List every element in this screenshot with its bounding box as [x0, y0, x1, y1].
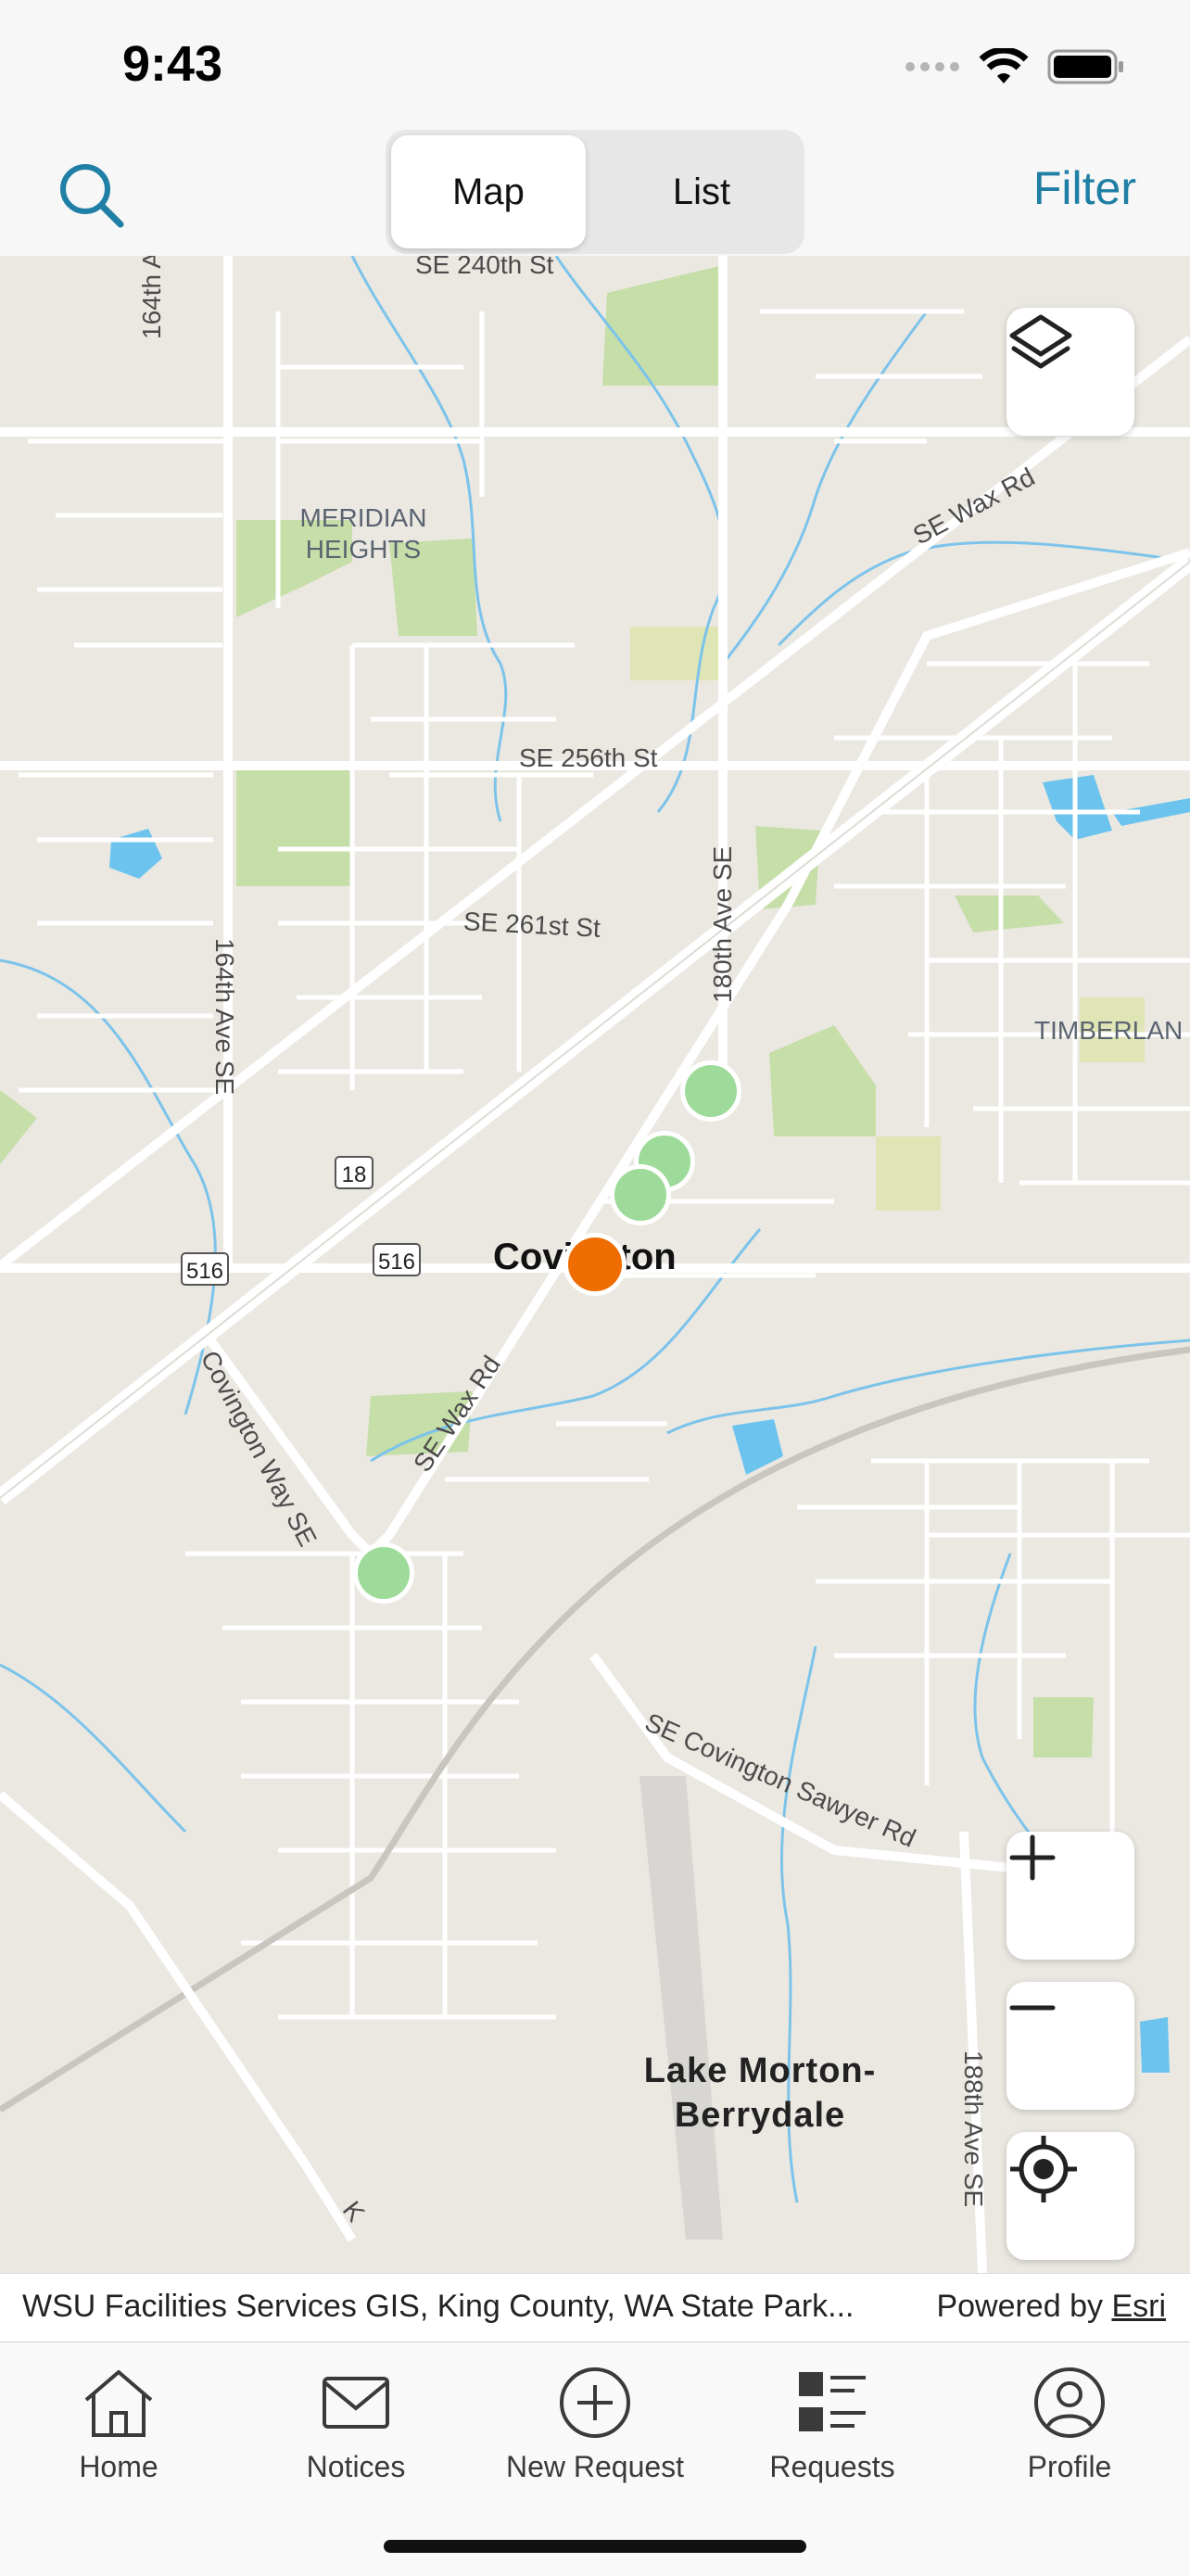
attribution-powered-by: Powered by Esri: [936, 2289, 1166, 2325]
signal-icon: [905, 62, 959, 71]
tab-label: Notices: [306, 2450, 406, 2483]
label-188th-ave: 188th Ave SE: [959, 2050, 988, 2208]
segment-map[interactable]: Map: [391, 135, 586, 248]
esri-link[interactable]: Esri: [1111, 2289, 1166, 2324]
status-icons: [905, 43, 1125, 91]
status-time: 9:43: [122, 36, 223, 92]
home-icon: [77, 2361, 160, 2444]
map-attribution: WSU Facilities Services GIS, King County…: [0, 2273, 1190, 2342]
powered-by-label: Powered by: [936, 2289, 1103, 2324]
tab-label: Requests: [769, 2450, 895, 2483]
tab-new-request[interactable]: New Request: [493, 2361, 697, 2491]
search-icon: [60, 164, 124, 228]
list-icon: [791, 2361, 874, 2444]
zoom-in-button[interactable]: [1006, 1832, 1134, 1960]
tab-label: Home: [79, 2450, 158, 2483]
map-marker-selected[interactable]: [563, 1233, 627, 1296]
label-se-240th: SE 240th St: [415, 256, 554, 279]
envelope-icon: [314, 2361, 398, 2444]
map-marker-open[interactable]: [353, 1542, 414, 1604]
label-164th-top: 164th Ave S: [137, 256, 166, 339]
filter-button[interactable]: Filter: [1033, 161, 1136, 215]
layers-button[interactable]: [1006, 308, 1134, 436]
route-shield-18: 18: [341, 1162, 367, 1187]
segment-list[interactable]: List: [604, 135, 799, 248]
minus-icon: [1009, 2005, 1056, 2011]
zoom-out-button[interactable]: [1006, 1982, 1134, 2110]
tab-home[interactable]: Home: [17, 2361, 221, 2491]
home-indicator: [384, 2540, 806, 2553]
route-shield-516-left: 516: [185, 1259, 224, 1284]
plus-circle-icon: [553, 2361, 637, 2444]
wifi-icon: [979, 48, 1029, 83]
battery-icon: [1047, 49, 1123, 84]
label-lake-morton: Lake Morton-Berrydale: [643, 2051, 877, 2135]
view-segmented-control: Map List: [386, 130, 804, 254]
label-timberlane: TIMBERLAN: [1034, 1016, 1184, 1045]
crosshair-icon: [1010, 2136, 1077, 2202]
map-marker-open[interactable]: [610, 1164, 671, 1225]
map-marker-open[interactable]: [680, 1060, 741, 1122]
search-button[interactable]: [54, 158, 128, 232]
locate-button[interactable]: [1006, 2132, 1134, 2260]
tab-profile[interactable]: Profile: [968, 2361, 1171, 2491]
label-180th-ave: 180th Ave SE: [708, 845, 737, 1003]
attribution-sources[interactable]: WSU Facilities Services GIS, King County…: [22, 2289, 855, 2325]
tab-notices[interactable]: Notices: [254, 2361, 458, 2491]
label-164th-ave: 164th Ave SE: [210, 938, 239, 1096]
nav-bar: Map List Filter: [0, 130, 1190, 256]
layers-icon: [1009, 314, 1072, 369]
tab-label: Profile: [1027, 2450, 1112, 2483]
tab-label: New Request: [505, 2450, 685, 2483]
route-shield-516-right: 516: [377, 1250, 416, 1275]
status-bar: 9:43: [0, 0, 1190, 130]
plus-icon: [1009, 1834, 1056, 1881]
map-view[interactable]: 18 516 516 SE 240th St 164th Ave S SE Wa…: [0, 256, 1190, 2273]
label-meridian-heights: MERIDIAN HEIGHTS: [299, 503, 427, 564]
person-circle-icon: [1028, 2361, 1111, 2444]
label-se-256th: SE 256th St: [519, 743, 658, 772]
tab-requests[interactable]: Requests: [730, 2361, 934, 2491]
